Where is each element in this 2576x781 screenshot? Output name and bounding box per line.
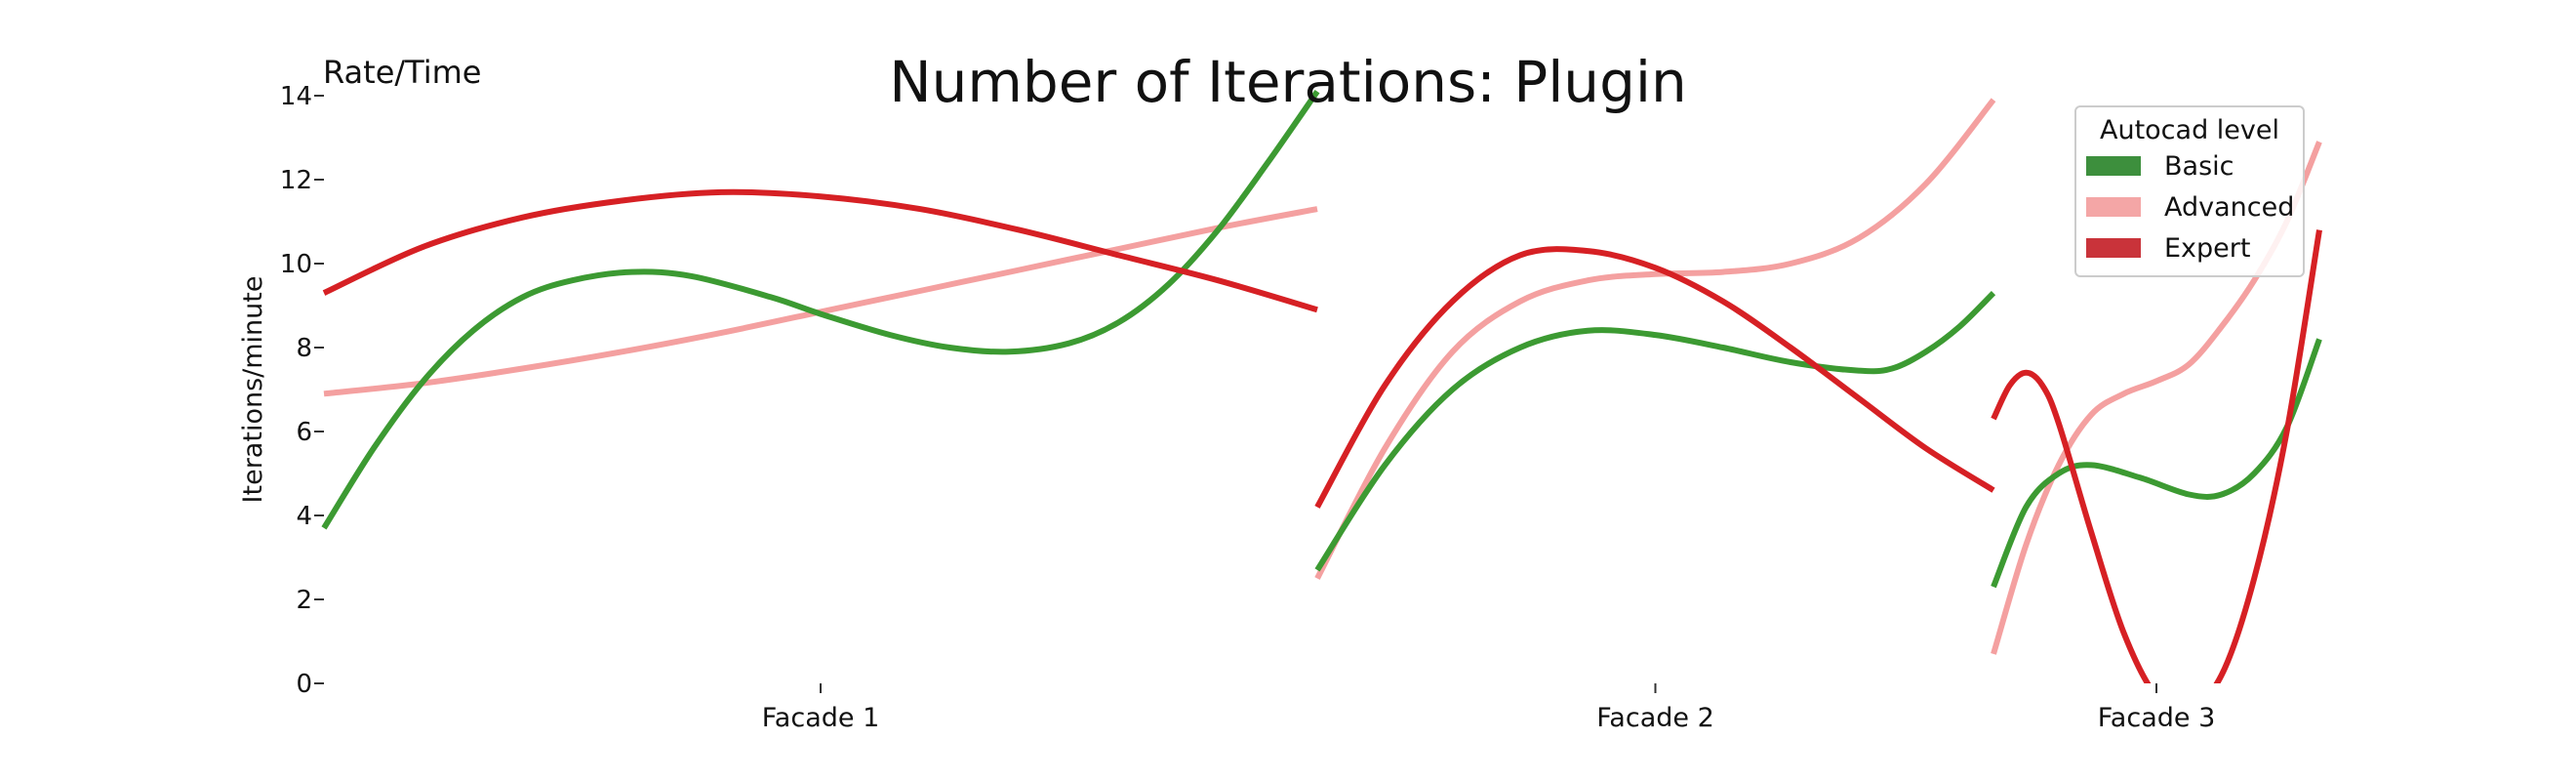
legend-swatch-basic — [2086, 156, 2141, 176]
y-tick-label-2: 2 — [296, 586, 312, 615]
panel-1 — [321, 90, 1320, 530]
y-axis-label: Iterations/minute — [238, 276, 268, 504]
legend: Autocad level Basic Advanced Expert — [2074, 105, 2305, 277]
legend-item-expert: Expert — [2076, 227, 2303, 268]
series-line-expert-2 — [1314, 246, 1995, 509]
y-tick-label-4: 4 — [296, 502, 312, 531]
legend-swatch-expert — [2086, 238, 2141, 258]
y-tick-label-12: 12 — [280, 166, 312, 195]
legend-label-basic: Basic — [2164, 150, 2234, 182]
legend-label-expert: Expert — [2164, 232, 2251, 264]
series-line-advanced-1 — [323, 206, 1318, 397]
legend-swatch-advanced — [2086, 197, 2141, 217]
y-tick-label-8: 8 — [296, 334, 312, 363]
series-line-expert-3 — [1991, 229, 2322, 683]
legend-label-advanced: Advanced — [2164, 191, 2295, 223]
series-line-expert-1 — [322, 188, 1318, 313]
corner-note: Rate/Time — [323, 54, 482, 91]
legend-item-advanced: Advanced — [2076, 186, 2303, 227]
y-tick-label-6: 6 — [296, 418, 312, 447]
series-line-basic-3 — [1991, 338, 2322, 589]
x-tick-label-1: Facade 1 — [762, 703, 880, 733]
y-tick-label-0: 0 — [296, 670, 312, 699]
x-tick-label-2: Facade 2 — [1596, 703, 1714, 733]
y-tick-label-10: 10 — [280, 250, 312, 279]
x-tick-label-3: Facade 3 — [2098, 703, 2216, 733]
legend-title: Autocad level — [2099, 115, 2279, 145]
panel-2 — [1314, 98, 1996, 580]
legend-item-basic: Basic — [2076, 145, 2303, 186]
